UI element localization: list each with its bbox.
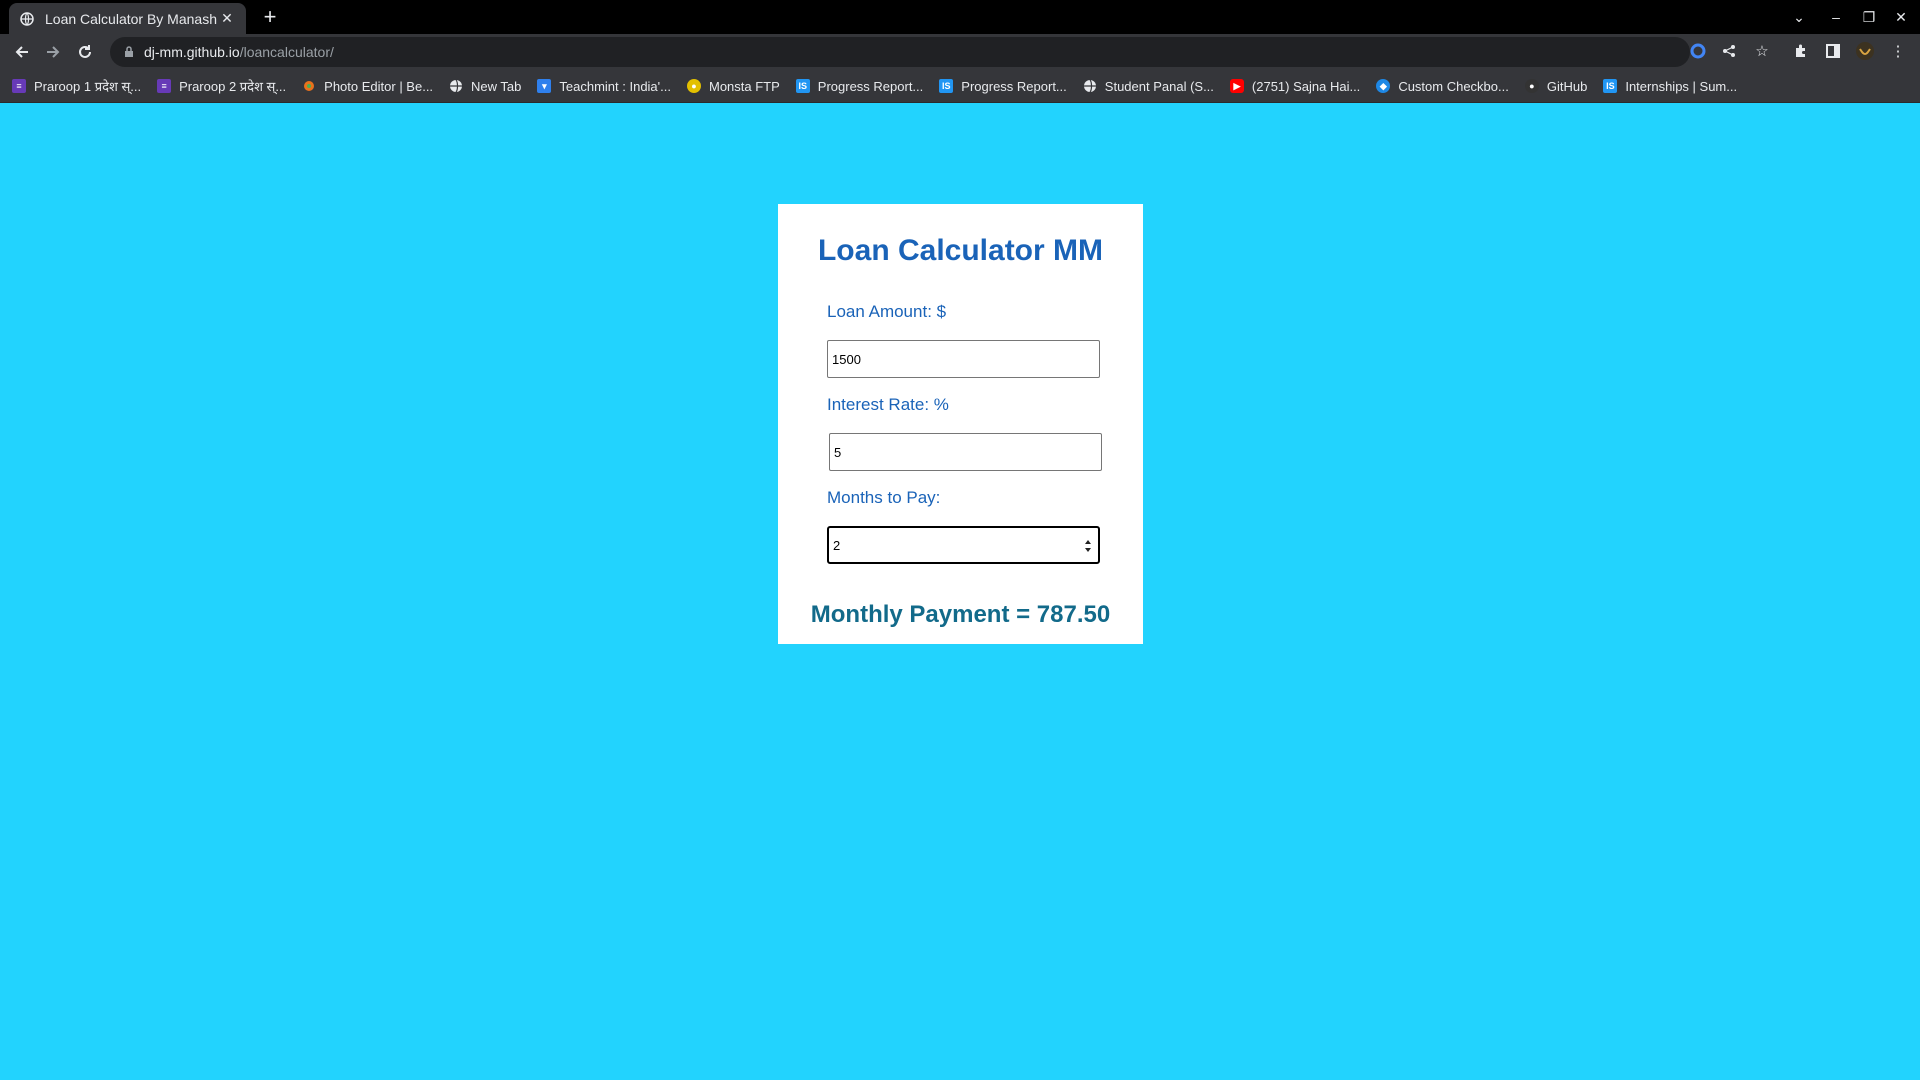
globe-icon	[1083, 79, 1097, 93]
interest-rate-label: Interest Rate: %	[827, 395, 949, 414]
bookmark-label: Praroop 1 प्रदेश स्...	[34, 79, 142, 94]
months-label: Months to Pay:	[827, 488, 941, 507]
months-value: 2	[833, 537, 841, 553]
forward-icon[interactable]	[42, 41, 64, 63]
tab-strip: Loan Calculator By Manash ✕ + ⌄ – ❐ ✕	[0, 0, 1920, 34]
bookmark-item[interactable]: IS Internships | Sum...	[1603, 79, 1737, 94]
teachmint-icon: ▾	[537, 79, 552, 93]
bookmark-label: Teachmint : India'...	[559, 78, 671, 94]
page-title: Loan Calculator MM	[817, 234, 1103, 267]
restore-icon[interactable]: ❐	[1858, 6, 1880, 28]
globe-icon	[449, 79, 463, 93]
lock-icon	[122, 45, 136, 59]
url-host: dj-mm.github.io	[144, 44, 240, 60]
url-path: /loancalculator/	[239, 44, 334, 60]
new-tab-button[interactable]: +	[259, 6, 281, 28]
bookmark-label: Custom Checkbo...	[1398, 78, 1509, 94]
bookmark-item[interactable]: ▶ (2751) Sajna Hai...	[1229, 78, 1361, 94]
close-tab-icon[interactable]: ✕	[218, 10, 236, 28]
bookmark-item[interactable]: Photo Editor | Be...	[302, 79, 433, 94]
tab-search-icon[interactable]: ⌄	[1788, 6, 1810, 28]
profile-avatar-icon[interactable]	[1855, 41, 1875, 61]
months-input[interactable]: 2	[827, 526, 1100, 564]
forms-icon: ≡	[157, 79, 172, 93]
bookmark-item[interactable]: New Tab	[449, 79, 521, 94]
github-icon: ●	[1524, 79, 1539, 93]
bookmark-item[interactable]: ▾ Teachmint : India'...	[537, 79, 671, 94]
monsta-icon: ●	[686, 79, 701, 93]
loan-calculator-card: Loan Calculator MM Loan Amount: $ 1500 I…	[778, 204, 1143, 644]
reload-icon[interactable]	[74, 41, 96, 63]
is-icon: IS	[939, 79, 954, 93]
minimize-icon[interactable]: –	[1825, 6, 1847, 28]
back-icon[interactable]	[11, 41, 33, 63]
loan-amount-label: Loan Amount: $	[827, 302, 947, 321]
bookmark-item[interactable]: IS Progress Report...	[795, 78, 924, 94]
number-spinner-icon[interactable]	[1084, 539, 1092, 553]
share-icon[interactable]	[1719, 41, 1739, 61]
menu-kebab-icon[interactable]: ⋮	[1888, 41, 1908, 61]
monthly-payment-result: Monthly Payment = 787.50	[810, 601, 1111, 628]
bookmark-star-icon[interactable]: ☆	[1752, 41, 1772, 61]
google-icon[interactable]	[1688, 41, 1708, 61]
globe-icon	[19, 11, 35, 27]
bookmark-label: Photo Editor | Be...	[324, 78, 434, 94]
address-bar[interactable]: dj-mm.github.io/loancalculator/	[110, 37, 1690, 67]
bookmark-item[interactable]: ◆ Custom Checkbo...	[1376, 79, 1509, 94]
youtube-icon: ▶	[1229, 79, 1244, 93]
codepen-icon: ◆	[1376, 79, 1391, 93]
bookmark-label: Internships | Sum...	[1625, 78, 1738, 94]
tab-title: Loan Calculator By Manash	[45, 10, 217, 27]
bookmark-item[interactable]: Student Panal (S...	[1083, 79, 1214, 94]
photo-editor-icon	[302, 79, 316, 93]
bookmark-label: New Tab	[471, 78, 522, 94]
extensions-icon[interactable]	[1791, 41, 1811, 61]
browser-toolbar: dj-mm.github.io/loancalculator/ ☆ ⋮	[0, 34, 1920, 70]
bookmark-label: (2751) Sajna Hai...	[1251, 78, 1361, 94]
interest-rate-value: 5	[834, 444, 842, 460]
forms-icon: ≡	[12, 79, 26, 93]
window-close-icon[interactable]: ✕	[1890, 6, 1912, 28]
browser-tab[interactable]: Loan Calculator By Manash ✕	[9, 3, 246, 34]
interest-rate-input[interactable]: 5	[829, 433, 1102, 471]
bookmarks-bar: ≡ Praroop 1 प्रदेश स्... ≡ Praroop 2 प्रदे…	[0, 70, 1920, 103]
bookmark-label: Monsta FTP	[708, 78, 780, 94]
bookmark-item[interactable]: ≡ Praroop 2 प्रदेश स्...	[157, 77, 286, 95]
bookmark-item[interactable]: ● GitHub	[1524, 78, 1588, 94]
bookmark-item[interactable]: ● Monsta FTP	[686, 78, 780, 94]
is-icon: IS	[1603, 79, 1618, 93]
side-panel-icon[interactable]	[1823, 41, 1843, 61]
loan-amount-value: 1500	[832, 351, 861, 367]
bookmark-item[interactable]: IS Progress Report...	[939, 79, 1067, 94]
bookmark-item[interactable]: ≡ Praroop 1 प्रदेश स्...	[12, 77, 141, 95]
loan-amount-input[interactable]: 1500	[827, 340, 1100, 378]
bookmark-label: Progress Report...	[961, 78, 1067, 94]
bookmark-label: Praroop 2 प्रदेश स्...	[179, 79, 287, 94]
is-icon: IS	[795, 79, 810, 93]
bookmark-label: GitHub	[1546, 78, 1588, 94]
bookmark-label: Student Panal (S...	[1104, 78, 1214, 94]
bookmark-label: Progress Report...	[817, 78, 924, 94]
